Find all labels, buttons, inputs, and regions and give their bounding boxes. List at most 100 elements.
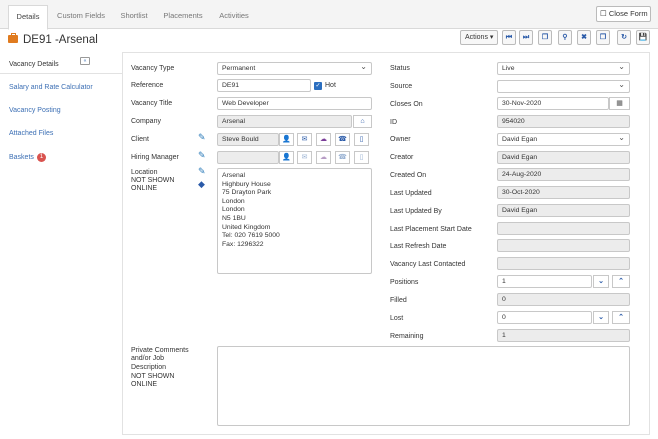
person-icon: 👤 bbox=[279, 151, 294, 164]
sidebar-item-salary-calculator[interactable]: Salary and Rate Calculator bbox=[9, 84, 93, 91]
private-comments-not-shown-note: NOT SHOWN bbox=[131, 373, 175, 380]
private-comments-online-note: ONLINE bbox=[131, 381, 158, 388]
created-on-field: 24-Aug-2020 bbox=[497, 168, 630, 181]
cloud-icon: ☁ bbox=[316, 151, 331, 164]
sidebar-divider bbox=[0, 73, 122, 74]
last-placement-start-label: Last Placement Start Date bbox=[390, 226, 472, 233]
lost-input[interactable]: 0 bbox=[497, 311, 592, 324]
lost-decrease-icon[interactable]: ⌄ bbox=[593, 311, 609, 324]
remaining-field: 1 bbox=[497, 329, 630, 342]
collapse-sidebar-icon[interactable]: « bbox=[80, 57, 90, 65]
lost-label: Lost bbox=[390, 315, 404, 322]
tab-details[interactable]: Details bbox=[8, 5, 48, 30]
last-updated-label: Last Updated bbox=[390, 190, 432, 197]
vacancy-type-label: Vacancy Type bbox=[131, 65, 175, 72]
edit-hiring-manager-icon[interactable]: ✎ bbox=[198, 151, 207, 160]
company-field: Arsenal bbox=[217, 115, 352, 128]
last-record-icon[interactable]: ⏭ bbox=[519, 30, 533, 45]
vacancy-last-contacted-label: Vacancy Last Contacted bbox=[390, 261, 466, 268]
company-label: Company bbox=[131, 118, 161, 125]
private-comments-label-3: Description bbox=[131, 364, 167, 371]
source-select[interactable] bbox=[497, 80, 630, 93]
actions-dropdown[interactable]: Actions ▾ bbox=[460, 30, 498, 45]
private-comments-label-2: and/or Job bbox=[131, 355, 165, 362]
email-icon[interactable]: ✉ bbox=[297, 133, 312, 146]
filled-field: 0 bbox=[497, 293, 630, 306]
status-label: Status bbox=[390, 65, 410, 72]
id-field: 954020 bbox=[497, 115, 630, 128]
last-refresh-date-label: Last Refresh Date bbox=[390, 243, 447, 250]
filled-label: Filled bbox=[390, 297, 407, 304]
briefcase-icon bbox=[8, 33, 18, 43]
source-label: Source bbox=[390, 83, 413, 90]
tab-placements[interactable]: Placements bbox=[158, 5, 208, 29]
tab-custom-fields[interactable]: Custom Fields bbox=[52, 5, 110, 29]
page-title: DE91 -Arsenal bbox=[23, 34, 98, 46]
close-form-button[interactable]: ☐ Close Form bbox=[596, 6, 651, 22]
creator-field: David Egan bbox=[497, 151, 630, 164]
created-on-label: Created On bbox=[390, 172, 427, 179]
vacancy-type-select[interactable]: Permanent bbox=[217, 62, 372, 75]
vacancy-title-input[interactable]: Web Developer bbox=[217, 97, 372, 110]
lost-increase-icon[interactable]: ⌃ bbox=[612, 311, 630, 324]
copy-icon[interactable]: ❐ bbox=[538, 30, 552, 45]
calendar-icon[interactable]: ▦ bbox=[609, 97, 630, 110]
phone-icon[interactable]: ☎ bbox=[335, 133, 350, 146]
private-comments-label-1: Private Comments bbox=[131, 347, 189, 354]
directions-icon[interactable]: ◆ bbox=[198, 180, 207, 189]
closes-on-label: Closes On bbox=[390, 101, 423, 108]
mobile-icon[interactable]: ▯ bbox=[354, 133, 369, 146]
last-placement-start-field bbox=[497, 222, 630, 235]
client-field: Steve Bould bbox=[217, 133, 279, 146]
cloud-icon[interactable]: ☁ bbox=[316, 133, 331, 146]
close-form-label: Close Form bbox=[608, 9, 648, 18]
hot-label: Hot bbox=[325, 82, 336, 89]
closes-on-input[interactable]: 30-Nov-2020 bbox=[497, 97, 609, 110]
positions-label: Positions bbox=[390, 279, 419, 286]
delete-icon[interactable]: ✖ bbox=[577, 30, 591, 45]
client-label: Client bbox=[131, 136, 149, 143]
baskets-label: Baskets bbox=[9, 154, 34, 161]
remaining-label: Remaining bbox=[390, 333, 424, 340]
sidebar-item-attached-files[interactable]: Attached Files bbox=[9, 130, 53, 137]
save-icon[interactable]: 💾 bbox=[636, 30, 650, 45]
last-refresh-date-field bbox=[497, 239, 630, 252]
tab-activities[interactable]: Activities bbox=[212, 5, 256, 29]
edit-client-icon[interactable]: ✎ bbox=[198, 133, 207, 142]
positions-decrease-icon[interactable]: ⌄ bbox=[593, 275, 609, 288]
private-comments-textarea[interactable] bbox=[217, 346, 630, 426]
reference-input[interactable]: DE91 bbox=[217, 79, 311, 92]
person-icon[interactable]: 👤 bbox=[279, 133, 294, 146]
hiring-manager-label: Hiring Manager bbox=[131, 154, 179, 161]
refresh-icon[interactable]: ↻ bbox=[617, 30, 631, 45]
top-tab-bar: Details Custom Fields Shortlist Placemen… bbox=[0, 0, 658, 30]
location-not-shown-note: NOT SHOWN bbox=[131, 177, 175, 184]
location-address-textarea[interactable]: Arsenal Highbury House 75 Drayton Park L… bbox=[217, 168, 372, 274]
phone-icon: ☎ bbox=[335, 151, 350, 164]
id-label: ID bbox=[390, 119, 397, 126]
duplicate-icon[interactable]: ❐ bbox=[596, 30, 610, 45]
vacancy-title-label: Vacancy Title bbox=[131, 100, 173, 107]
reference-label: Reference bbox=[131, 82, 164, 89]
email-icon: ✉ bbox=[297, 151, 312, 164]
first-record-icon[interactable]: ⏮ bbox=[502, 30, 516, 45]
positions-input[interactable]: 1 bbox=[497, 275, 592, 288]
sidebar-item-vacancy-details[interactable]: Vacancy Details bbox=[9, 61, 59, 68]
search-icon[interactable]: ⚲ bbox=[558, 30, 572, 45]
sidebar-item-baskets[interactable]: Baskets 1 bbox=[9, 153, 47, 162]
last-updated-by-label: Last Updated By bbox=[390, 208, 442, 215]
positions-increase-icon[interactable]: ⌃ bbox=[612, 275, 630, 288]
hot-checkbox[interactable]: ✓ bbox=[314, 82, 322, 90]
last-updated-field: 30-Oct-2020 bbox=[497, 186, 630, 199]
mobile-icon: ▯ bbox=[354, 151, 369, 164]
edit-location-icon[interactable]: ✎ bbox=[198, 167, 207, 176]
owner-label: Owner bbox=[390, 136, 411, 143]
status-select[interactable]: Live bbox=[497, 62, 630, 75]
location-label: Location bbox=[131, 169, 158, 176]
creator-label: Creator bbox=[390, 154, 414, 161]
location-online-note: ONLINE bbox=[131, 185, 158, 192]
sidebar-item-vacancy-posting[interactable]: Vacancy Posting bbox=[9, 107, 61, 114]
home-icon[interactable]: ⌂ bbox=[353, 115, 372, 128]
owner-select[interactable]: David Egan bbox=[497, 133, 630, 146]
tab-shortlist[interactable]: Shortlist bbox=[114, 5, 154, 29]
